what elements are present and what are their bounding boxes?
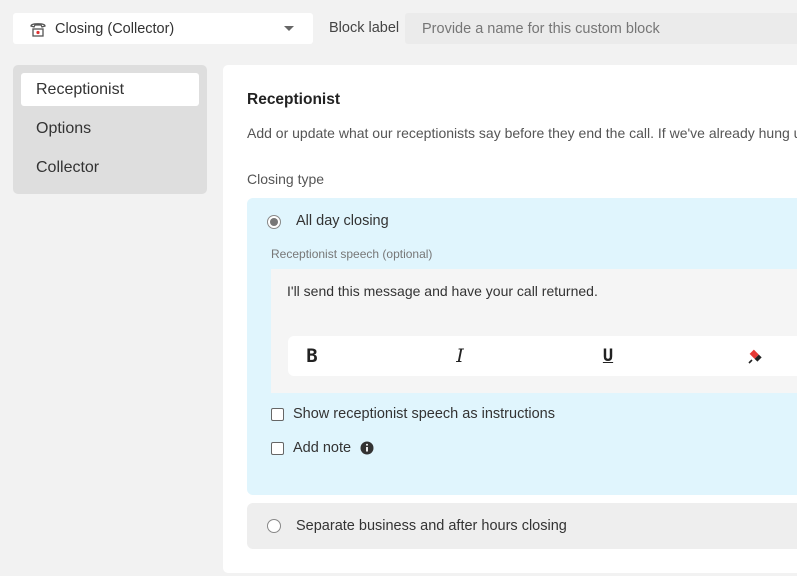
main-panel: Receptionist Add or update what our rece… (223, 65, 797, 573)
separate-closing-radio[interactable] (267, 519, 281, 533)
add-note-checkbox[interactable] (271, 441, 284, 455)
eraser-icon[interactable] (744, 344, 768, 368)
info-icon[interactable] (360, 441, 374, 455)
speech-label: Receptionist speech (optional) (271, 247, 433, 261)
underline-icon[interactable]: U (596, 344, 620, 368)
bold-icon[interactable]: B (300, 344, 324, 368)
sidebar-item-options[interactable]: Options (21, 112, 199, 145)
section-description: Add or update what our receptionists say… (247, 125, 797, 141)
sidebar-item-receptionist[interactable]: Receptionist (21, 73, 199, 106)
separate-closing-label: Separate business and after hours closin… (296, 518, 567, 534)
italic-icon[interactable]: I (448, 344, 472, 368)
add-note-label: Add note (293, 440, 352, 456)
closing-type-label: Closing type (247, 171, 325, 187)
block-label-heading: Block label (329, 20, 400, 36)
separate-closing-card[interactable]: Separate business and after hours closin… (247, 503, 797, 549)
all-day-closing-card: All day closing Receptionist speech (opt… (247, 198, 797, 495)
phone-icon (29, 20, 47, 38)
block-type-value: Closing (Collector) (55, 20, 175, 37)
show-instructions-label: Show receptionist speech as instructions (293, 406, 555, 422)
block-type-select[interactable]: Closing (Collector) (13, 13, 313, 44)
section-title: Receptionist (247, 91, 341, 108)
all-day-closing-label: All day closing (296, 213, 389, 229)
all-day-closing-radio[interactable] (267, 215, 281, 229)
chevron-down-icon (284, 26, 294, 31)
show-instructions-checkbox[interactable] (271, 407, 284, 421)
block-label-input[interactable] (405, 13, 797, 44)
speech-editor[interactable]: I'll send this message and have your cal… (271, 269, 797, 393)
side-nav: Receptionist Options Collector (13, 65, 207, 194)
add-note-row[interactable]: Add note (271, 440, 374, 456)
show-instructions-row[interactable]: Show receptionist speech as instructions (271, 406, 555, 422)
sidebar-item-collector[interactable]: Collector (21, 151, 199, 184)
format-toolbar: B I U (288, 336, 797, 376)
speech-text[interactable]: I'll send this message and have your cal… (287, 283, 598, 299)
